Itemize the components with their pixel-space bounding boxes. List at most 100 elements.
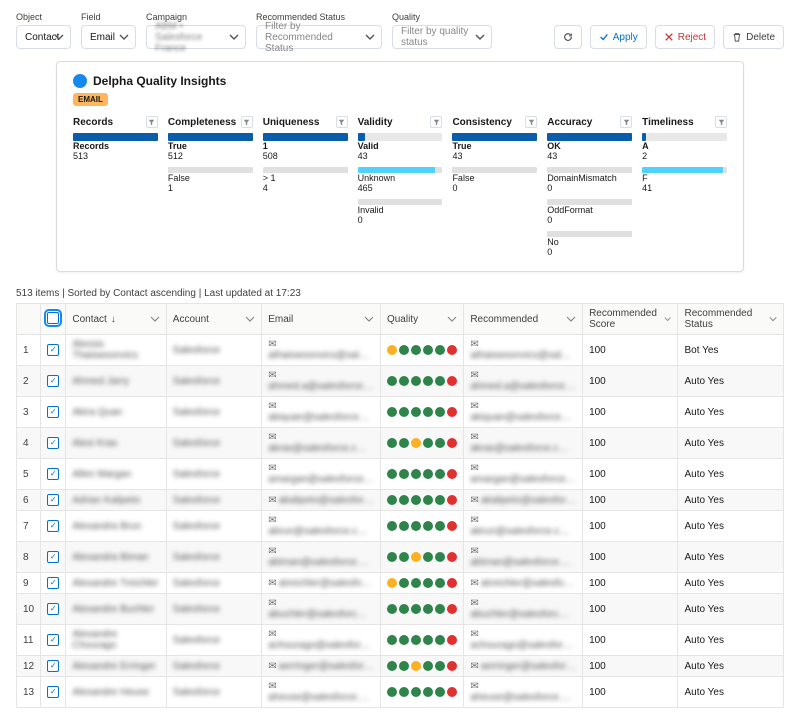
recommended-cell[interactable]: ✉achourago@salesfor… bbox=[470, 629, 572, 651]
row-checkbox[interactable]: ✓ bbox=[47, 551, 59, 563]
recommended-cell[interactable]: ✉abrun@salesforce.c… bbox=[470, 515, 569, 537]
email-cell[interactable]: ✉akiquan@salesforce… bbox=[268, 401, 369, 423]
col-rec-score[interactable]: Recommended Score bbox=[583, 304, 678, 335]
email-cell[interactable]: ✉abiman@salesforce.… bbox=[268, 546, 369, 568]
col-email[interactable]: Email bbox=[262, 304, 381, 335]
filter-icon[interactable] bbox=[525, 116, 537, 128]
contact-name[interactable]: Adrian Kalipeto bbox=[72, 495, 140, 506]
apply-button[interactable]: Apply bbox=[590, 25, 647, 49]
contact-name[interactable]: Alexandra Biman bbox=[72, 552, 148, 563]
email-cell[interactable]: ✉aerringer@salesfor… bbox=[268, 661, 374, 672]
contact-name[interactable]: Akira Quan bbox=[72, 407, 122, 418]
metric-sub-label: > 1 bbox=[263, 173, 348, 183]
recommended-cell[interactable]: ✉akiquan@salesforce… bbox=[470, 401, 571, 423]
contact-name[interactable]: Ahmed Jarry bbox=[72, 376, 129, 387]
email-cell[interactable]: ✉akras@salesforce.c… bbox=[268, 432, 366, 454]
recommended-cell[interactable]: ✉abiman@salesforce.… bbox=[470, 546, 571, 568]
recstatus-select[interactable]: Filter by Recommended Status bbox=[256, 25, 382, 49]
metric-name: Completeness bbox=[168, 117, 236, 128]
row-checkbox[interactable]: ✓ bbox=[47, 375, 59, 387]
email-cell[interactable]: ✉atreichler@salesfo… bbox=[268, 578, 371, 589]
email-cell[interactable]: ✉athaiswoonvics@sal… bbox=[268, 339, 369, 361]
contact-name[interactable]: Alexsis Thaiswoonvics bbox=[72, 339, 138, 361]
object-select[interactable]: Contact bbox=[16, 25, 71, 49]
status-dot bbox=[387, 635, 397, 645]
row-checkbox[interactable]: ✓ bbox=[47, 577, 59, 589]
col-rec-status[interactable]: Recommended Status bbox=[678, 304, 784, 335]
metric-name: Uniqueness bbox=[263, 117, 320, 128]
row-checkbox[interactable]: ✓ bbox=[47, 437, 59, 449]
status-dot bbox=[399, 438, 409, 448]
filter-icon[interactable] bbox=[715, 116, 727, 128]
metric-sub-value: 1 bbox=[168, 183, 253, 193]
col-account[interactable]: Account bbox=[166, 304, 261, 335]
status-dot bbox=[435, 552, 445, 562]
filter-icon[interactable] bbox=[336, 116, 348, 128]
col-quality[interactable]: Quality bbox=[380, 304, 463, 335]
row-checkbox[interactable]: ✓ bbox=[47, 344, 59, 356]
contact-name[interactable]: Allen Margan bbox=[72, 469, 131, 480]
email-cell[interactable]: ✉amargan@salesforce… bbox=[268, 463, 373, 485]
row-checkbox[interactable]: ✓ bbox=[47, 520, 59, 532]
field-select[interactable]: Email bbox=[81, 25, 136, 49]
quality-dots bbox=[387, 469, 457, 479]
email-cell[interactable]: ✉abuchler@salesforc… bbox=[268, 598, 367, 620]
email-cell[interactable]: ✉abrun@salesforce.c… bbox=[268, 515, 367, 537]
status-dot bbox=[447, 345, 457, 355]
email-cell[interactable]: ✉akalipeto@salesfor… bbox=[268, 495, 374, 506]
row-number: 2 bbox=[23, 376, 29, 387]
metric-name: Accuracy bbox=[547, 117, 592, 128]
row-checkbox[interactable]: ✓ bbox=[47, 603, 59, 615]
account-name: Salesforce bbox=[173, 521, 220, 532]
row-checkbox[interactable]: ✓ bbox=[47, 660, 59, 672]
rec-status: Auto Yes bbox=[684, 661, 723, 672]
refresh-button[interactable] bbox=[554, 25, 582, 49]
contact-name[interactable]: Alexandre Heuse bbox=[72, 687, 149, 698]
contact-name[interactable]: Alexandre Buchler bbox=[72, 604, 154, 615]
rec-score: 100 bbox=[589, 438, 606, 449]
filter-icon[interactable] bbox=[620, 116, 632, 128]
contact-name[interactable]: Alexandre Erringer bbox=[72, 661, 155, 672]
status-dot bbox=[411, 438, 421, 448]
mail-icon: ✉ bbox=[268, 681, 276, 692]
status-dot bbox=[435, 661, 445, 671]
campaign-select[interactable]: ABM • Salesforce France bbox=[146, 25, 246, 49]
delete-button[interactable]: Delete bbox=[723, 25, 784, 49]
recommended-cell[interactable]: ✉aerringer@salesfor… bbox=[470, 661, 576, 672]
row-checkbox[interactable]: ✓ bbox=[47, 468, 59, 480]
contact-name[interactable]: Alexi Kras bbox=[72, 438, 117, 449]
row-checkbox[interactable]: ✓ bbox=[47, 686, 59, 698]
email-cell[interactable]: ✉achourago@salesfor… bbox=[268, 629, 370, 651]
col-contact[interactable]: Contact↓ bbox=[66, 304, 166, 335]
email-cell[interactable]: ✉ahmed.a@salesforce… bbox=[268, 370, 373, 392]
contact-name[interactable]: Alexandre Chourago bbox=[72, 629, 117, 651]
filter-icon[interactable] bbox=[146, 116, 158, 128]
contact-name[interactable]: Alexandra Brun bbox=[72, 521, 141, 532]
recommended-cell[interactable]: ✉akalipeto@salesfor… bbox=[470, 495, 576, 506]
select-all-checkbox[interactable] bbox=[47, 312, 59, 324]
quality-select[interactable]: Filter by quality status bbox=[392, 25, 492, 49]
col-recommended[interactable]: Recommended bbox=[464, 304, 583, 335]
recommended-cell[interactable]: ✉abuchler@salesforc… bbox=[470, 598, 569, 620]
table-row: 10✓Alexandre BuchlerSalesforce✉abuchler@… bbox=[17, 594, 784, 625]
sort-arrow-icon: ↓ bbox=[111, 314, 116, 325]
recommended-cell[interactable]: ✉amargan@salesforce… bbox=[470, 463, 575, 485]
metric-main-label: Records bbox=[73, 141, 158, 151]
recommended-cell[interactable]: ✉aheuse@salesforce.… bbox=[470, 681, 571, 703]
filter-icon[interactable] bbox=[241, 116, 253, 128]
metric-main-label: 1 bbox=[263, 141, 348, 151]
email-cell[interactable]: ✉aheuse@salesforce.… bbox=[268, 681, 369, 703]
row-checkbox[interactable]: ✓ bbox=[47, 494, 59, 506]
recommended-cell[interactable]: ✉athaiswoonvics@sal… bbox=[470, 339, 571, 361]
rec-status: Auto Yes bbox=[684, 604, 723, 615]
contact-name[interactable]: Alexandre Treichler bbox=[72, 578, 158, 589]
filter-icon[interactable] bbox=[430, 116, 442, 128]
status-dot bbox=[447, 521, 457, 531]
recommended-cell[interactable]: ✉akras@salesforce.c… bbox=[470, 432, 568, 454]
reject-button[interactable]: Reject bbox=[655, 25, 715, 49]
recommended-cell[interactable]: ✉ahmed.a@salesforce… bbox=[470, 370, 575, 392]
row-checkbox[interactable]: ✓ bbox=[47, 634, 59, 646]
table-row: 1✓Alexsis ThaiswoonvicsSalesforce✉athais… bbox=[17, 335, 784, 366]
recommended-cell[interactable]: ✉atreichler@salesfo… bbox=[470, 578, 573, 589]
row-checkbox[interactable]: ✓ bbox=[47, 406, 59, 418]
